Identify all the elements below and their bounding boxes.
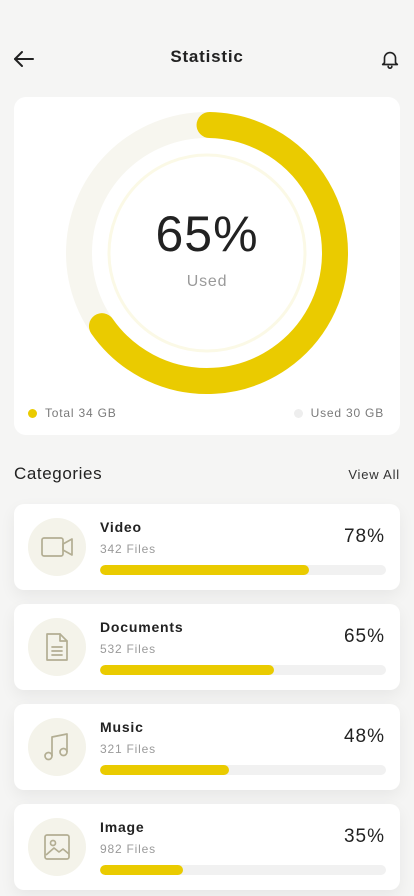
image-icon xyxy=(44,834,70,860)
category-name: Video xyxy=(100,519,142,535)
category-progress-track xyxy=(100,565,386,575)
category-name: Music xyxy=(100,719,144,735)
legend-total: Total 34 GB xyxy=(28,406,117,420)
storage-ring: 65% Used xyxy=(65,111,349,395)
storage-usage-card: 65% Used Total 34 GB Used 30 GB xyxy=(14,97,400,435)
category-name: Image xyxy=(100,819,145,835)
notifications-button[interactable] xyxy=(376,45,404,73)
category-icon-badge xyxy=(28,618,86,676)
category-progress-track xyxy=(100,765,386,775)
category-card-music[interactable]: Music 321 Files 48% xyxy=(14,704,400,790)
page-title: Statistic xyxy=(170,47,244,66)
category-name: Documents xyxy=(100,619,184,635)
video-icon xyxy=(41,537,73,557)
category-percent: 48% xyxy=(343,726,385,747)
category-card-documents[interactable]: Documents 532 Files 65% xyxy=(14,604,400,690)
category-icon-badge xyxy=(28,818,86,876)
category-file-count: 321 Files xyxy=(100,742,156,756)
usage-caption: Used xyxy=(186,273,228,290)
category-file-count: 342 Files xyxy=(100,542,156,556)
category-file-count: 532 Files xyxy=(100,642,156,656)
category-percent: 65% xyxy=(343,626,385,647)
legend-total-label: Total 34 GB xyxy=(45,406,117,420)
category-icon-badge xyxy=(28,518,86,576)
usage-percent: 65% xyxy=(155,206,259,262)
document-icon xyxy=(46,633,68,661)
bell-icon xyxy=(381,51,399,69)
category-progress-fill xyxy=(100,665,275,675)
category-progress-track xyxy=(100,665,386,675)
legend-used-label: Used 30 GB xyxy=(310,406,384,420)
music-icon xyxy=(44,733,68,761)
total-dot xyxy=(28,408,37,418)
view-all-link[interactable]: View All xyxy=(348,467,400,482)
category-card-image[interactable]: Image 982 Files 35% xyxy=(14,804,400,890)
legend-used: Used 30 GB xyxy=(293,406,384,420)
category-card-video[interactable]: Video 342 Files 78% xyxy=(14,504,400,590)
categories-header: Categories View All xyxy=(14,464,400,486)
categories-title: Categories xyxy=(14,464,103,483)
used-dot xyxy=(293,408,303,418)
category-progress-track xyxy=(100,865,386,875)
category-progress-fill xyxy=(100,865,183,875)
ring-center: 65% Used xyxy=(65,111,349,395)
category-progress-fill xyxy=(100,565,309,575)
category-icon-badge xyxy=(28,718,86,776)
category-progress-fill xyxy=(100,765,229,775)
category-file-count: 982 Files xyxy=(100,842,156,856)
category-percent: 35% xyxy=(343,826,385,847)
category-percent: 78% xyxy=(343,526,385,547)
